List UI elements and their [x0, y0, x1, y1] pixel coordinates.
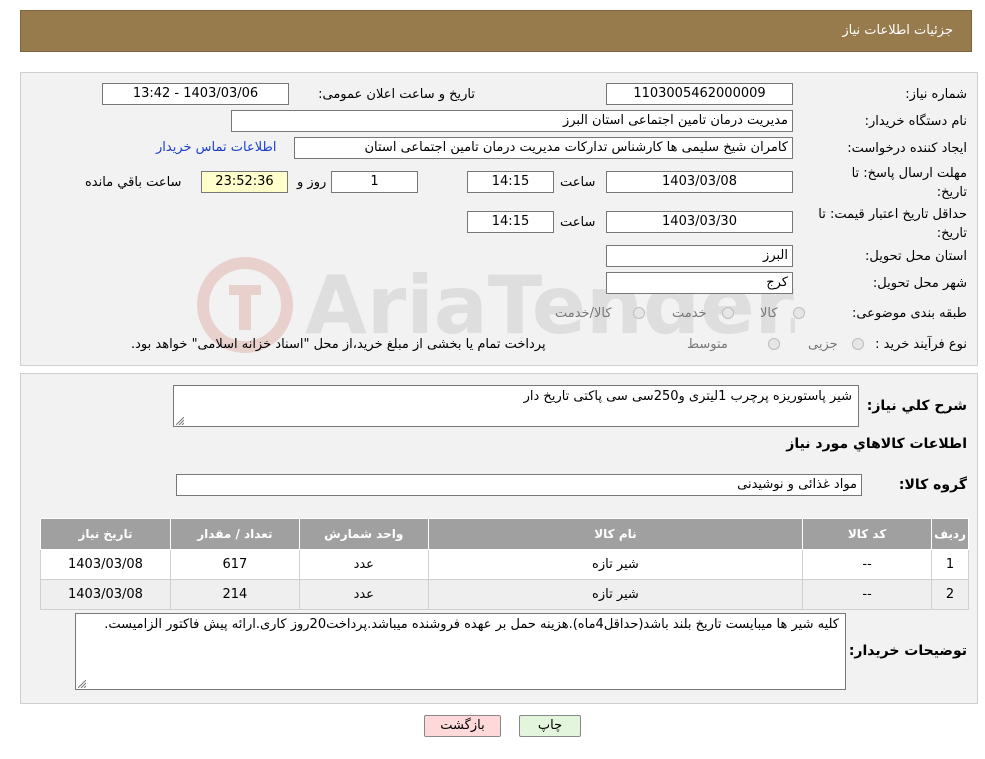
deadline-time-label: ساعت — [560, 175, 596, 190]
cell-row-number: 2 — [931, 579, 969, 610]
deadline-date-field: 1403/03/08 — [606, 171, 793, 193]
category-service-radio[interactable] — [722, 307, 734, 319]
process-medium-label: متوسط — [687, 337, 728, 352]
city-field: کرج — [606, 272, 793, 294]
cell-unit: عدد — [298, 549, 429, 580]
cell-need-date: 1403/03/08 — [40, 579, 171, 610]
col-item-code: کد کالا — [802, 518, 933, 550]
validity-date-field: 1403/03/30 — [606, 211, 793, 233]
category-service-label: خدمت — [672, 306, 707, 321]
category-goods-label: کالا — [760, 306, 778, 321]
validity-label: حداقل تاریخ اعتبار قیمت: تا تاریخ: — [818, 207, 967, 241]
cell-item-name: شیر تازه — [427, 579, 804, 610]
validity-time-label: ساعت — [560, 215, 596, 230]
buyer-notes-textarea[interactable]: کلیه شیر ها میبایست تاریخ بلند باشد(حداق… — [75, 613, 846, 690]
page-header: جزئیات اطلاعات نیاز — [20, 10, 972, 52]
buyer-notes-label: توضیحات خریدار: — [848, 643, 967, 659]
deadline-time-field: 14:15 — [467, 171, 554, 193]
process-medium-radio[interactable] — [768, 338, 780, 350]
province-label: استان محل تحویل: — [865, 249, 967, 264]
category-both-radio[interactable] — [633, 307, 645, 319]
buyer-contact-link[interactable]: اطلاعات تماس خریدار — [156, 140, 276, 155]
resize-grip-icon[interactable] — [176, 417, 184, 425]
col-quantity: تعداد / مقدار — [169, 518, 300, 550]
group-field: مواد غذائی و نوشیدنی — [176, 474, 862, 496]
cell-item-code: -- — [802, 579, 933, 610]
announce-datetime-field: 1403/03/06 - 13:42 — [102, 83, 289, 105]
creator-field: کامران شیخ سلیمی ها کارشناس تدارکات مدیر… — [294, 137, 793, 159]
cell-item-name: شیر تازه — [427, 549, 804, 580]
cell-need-date: 1403/03/08 — [40, 549, 171, 580]
remaining-time-label: ساعت باقي مانده — [85, 175, 182, 190]
category-label: طبقه بندی موضوعی: — [851, 306, 967, 321]
category-goods-radio[interactable] — [793, 307, 805, 319]
items-heading: اطلاعات کالاهاي مورد نياز — [786, 436, 967, 452]
buyer-org-label: نام دستگاه خریدار: — [864, 114, 967, 129]
need-number-field: 1103005462000009 — [606, 83, 793, 105]
col-item-name: نام کالا — [427, 518, 804, 550]
category-both-label: کالا/خدمت — [555, 306, 612, 321]
cell-unit: عدد — [298, 579, 429, 610]
cell-quantity: 214 — [169, 579, 300, 610]
process-type-label: نوع فرآیند خرید : — [875, 337, 967, 352]
col-need-date: تاريخ نياز — [40, 518, 171, 550]
cell-item-code: -- — [802, 549, 933, 580]
buyer-org-field: مدیریت درمان تامین اجتماعی استان البرز — [231, 110, 793, 132]
deadline-label: مهلت ارسال پاسخ: تا تاریخ: — [851, 166, 967, 200]
page-title: جزئیات اطلاعات نیاز — [842, 23, 953, 38]
payment-note: پرداخت تمام یا بخشی از مبلغ خرید،از محل … — [131, 337, 546, 352]
table-header-row: رديف کد کالا نام کالا واحد شمارش تعداد /… — [40, 518, 969, 550]
announce-datetime-label: تاریخ و ساعت اعلان عمومی: — [318, 87, 475, 102]
process-minor-radio[interactable] — [852, 338, 864, 350]
province-field: البرز — [606, 245, 793, 267]
remaining-time-field: 23:52:36 — [201, 171, 288, 193]
col-row-number: رديف — [931, 518, 969, 550]
validity-time-field: 14:15 — [467, 211, 554, 233]
days-label: روز و — [297, 175, 327, 190]
items-table: رديف کد کالا نام کالا واحد شمارش تعداد /… — [40, 518, 969, 610]
table-row: 1 -- شیر تازه عدد 617 1403/03/08 — [40, 549, 969, 580]
summary-text: شیر پاستوریزه پرچرب 1لیتری و250سی سی پاک… — [523, 389, 852, 404]
summary-textarea[interactable]: شیر پاستوریزه پرچرب 1لیتری و250سی سی پاک… — [173, 385, 859, 427]
print-button[interactable]: چاپ — [519, 715, 581, 737]
back-button[interactable]: بازگشت — [424, 715, 501, 737]
group-label: گروه کالا: — [898, 477, 967, 493]
creator-label: ایجاد کننده درخواست: — [847, 141, 967, 156]
summary-label: شرح کلي نياز: — [866, 398, 967, 414]
need-number-label: شماره نیاز: — [905, 87, 967, 102]
resize-grip-icon[interactable] — [78, 680, 86, 688]
col-unit: واحد شمارش — [298, 518, 429, 550]
process-minor-label: جزیی — [808, 337, 838, 352]
buyer-notes-text: کلیه شیر ها میبایست تاریخ بلند باشد(حداق… — [104, 617, 839, 632]
days-field: 1 — [331, 171, 418, 193]
cell-quantity: 617 — [169, 549, 300, 580]
cell-row-number: 1 — [931, 549, 969, 580]
city-label: شهر محل تحویل: — [872, 276, 967, 291]
table-row: 2 -- شیر تازه عدد 214 1403/03/08 — [40, 579, 969, 610]
